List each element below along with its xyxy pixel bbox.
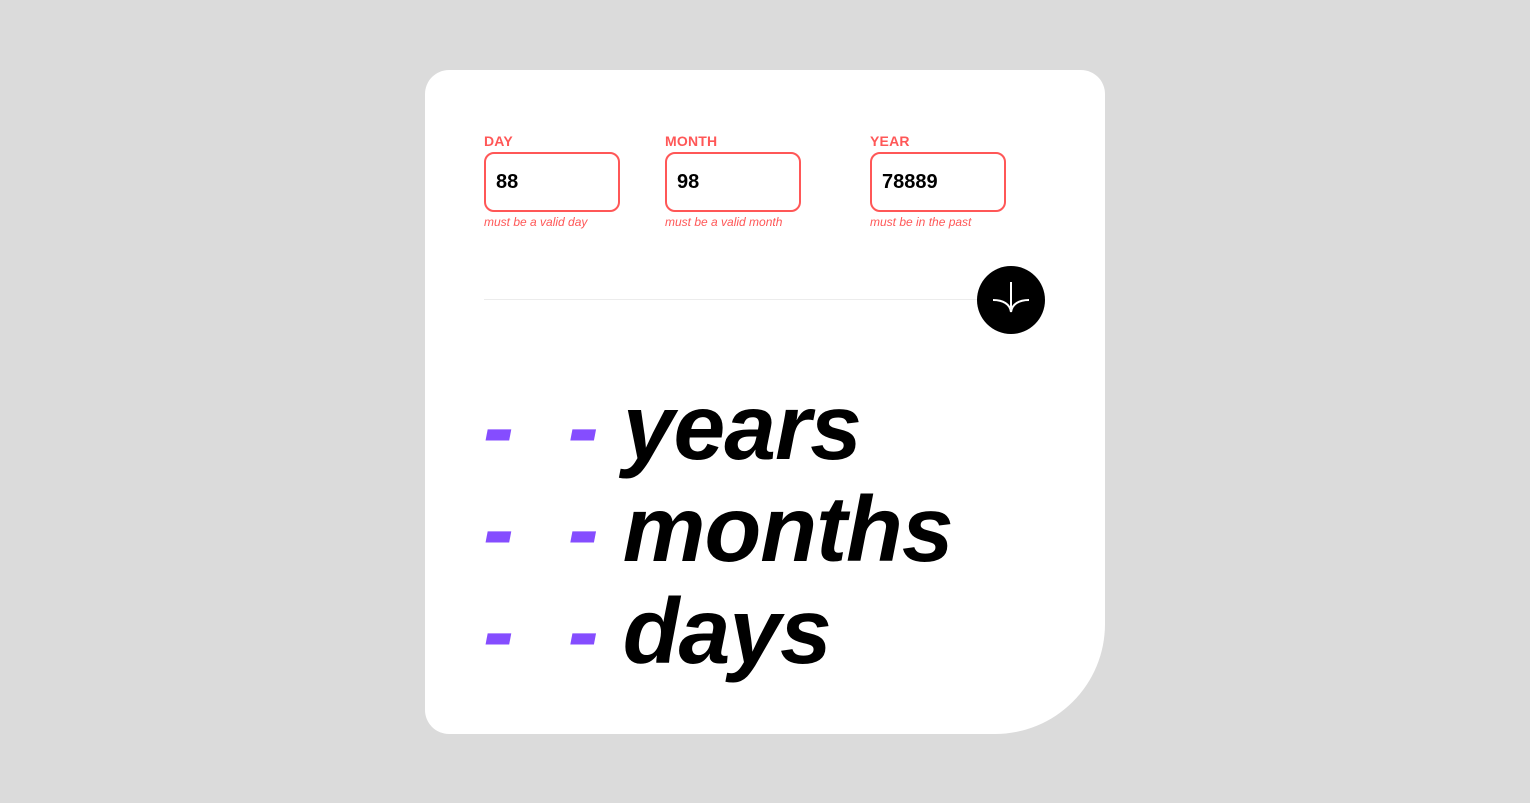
year-input[interactable] [870,152,1006,212]
years-value: - - [483,375,613,479]
months-unit-label: months [622,477,954,581]
divider [484,299,1044,300]
day-field: DAY must be a valid day [484,132,620,230]
age-calculator-card: DAY must be a valid day MONTH must be a … [425,70,1105,734]
year-label: YEAR [870,133,910,149]
month-error-message: must be a valid month [665,215,783,229]
years-unit-label: years [622,375,862,479]
month-field: MONTH must be a valid month [665,132,801,230]
months-value: - - [483,477,613,581]
days-value: - - [483,579,613,683]
day-input[interactable] [484,152,620,212]
month-input[interactable] [665,152,801,212]
day-label: DAY [484,133,513,149]
day-error-message: must be a valid day [484,215,588,229]
year-error-message: must be in the past [870,215,972,229]
month-label: MONTH [665,133,718,149]
days-unit-label: days [622,579,832,683]
submit-button[interactable] [977,266,1045,334]
year-field: YEAR must be in the past [870,132,1006,230]
arrow-down-icon [992,282,1030,313]
results: - - years - - months - - days [483,376,954,682]
result-days: - - days [483,580,953,682]
result-months: - - months [483,477,954,581]
result-years: - - years [483,376,953,478]
